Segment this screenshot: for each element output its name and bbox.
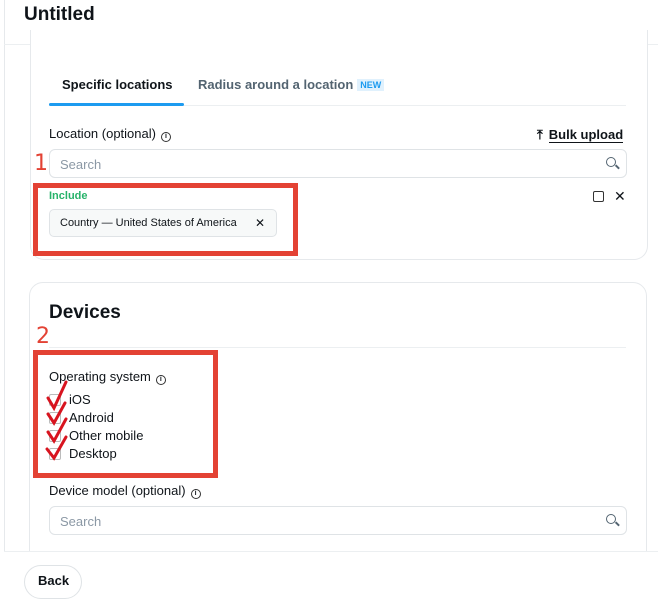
info-icon[interactable]: i (160, 132, 171, 142)
annotation-number-1: 1 (34, 151, 48, 176)
close-icon[interactable]: ✕ (614, 188, 626, 205)
search-placeholder: Search (60, 514, 102, 529)
annotation-box-1 (33, 183, 298, 256)
device-model-label: Device model (optional) i (49, 483, 201, 499)
annotation-box-2 (33, 350, 218, 478)
back-button[interactable]: Back (24, 565, 82, 599)
footer (4, 552, 658, 584)
device-model-search-input[interactable]: Search (49, 506, 627, 535)
info-icon[interactable]: i (190, 489, 201, 499)
tab-specific-locations[interactable]: Specific locations (62, 77, 173, 92)
location-label: Location (optional) i (49, 126, 171, 142)
location-search-input[interactable]: Search (49, 149, 627, 178)
tab-label: Radius around a location (198, 77, 354, 92)
page-title: Untitled (24, 4, 95, 25)
footer-divider (4, 551, 658, 552)
search-icon (606, 157, 616, 167)
search-icon (606, 514, 616, 524)
active-tab-indicator (49, 103, 184, 106)
tab-label: Specific locations (62, 77, 173, 92)
bulk-upload-button[interactable]: ⤒ Bulk upload (537, 127, 624, 143)
location-label-text: Location (optional) (49, 126, 156, 141)
new-badge: NEW (357, 79, 385, 91)
device-model-label-text: Device model (optional) (49, 483, 186, 498)
left-border (4, 0, 5, 584)
upload-icon: ⤒ (537, 127, 543, 142)
annotation-number-2: 2 (36, 324, 50, 349)
bulk-upload-label: Bulk upload (548, 127, 624, 143)
devices-divider (49, 347, 626, 348)
tab-radius-around-location[interactable]: Radius around a location NEW (198, 77, 385, 92)
devices-title: Devices (49, 302, 121, 323)
search-placeholder: Search (60, 157, 102, 172)
copy-icon[interactable] (593, 191, 604, 202)
